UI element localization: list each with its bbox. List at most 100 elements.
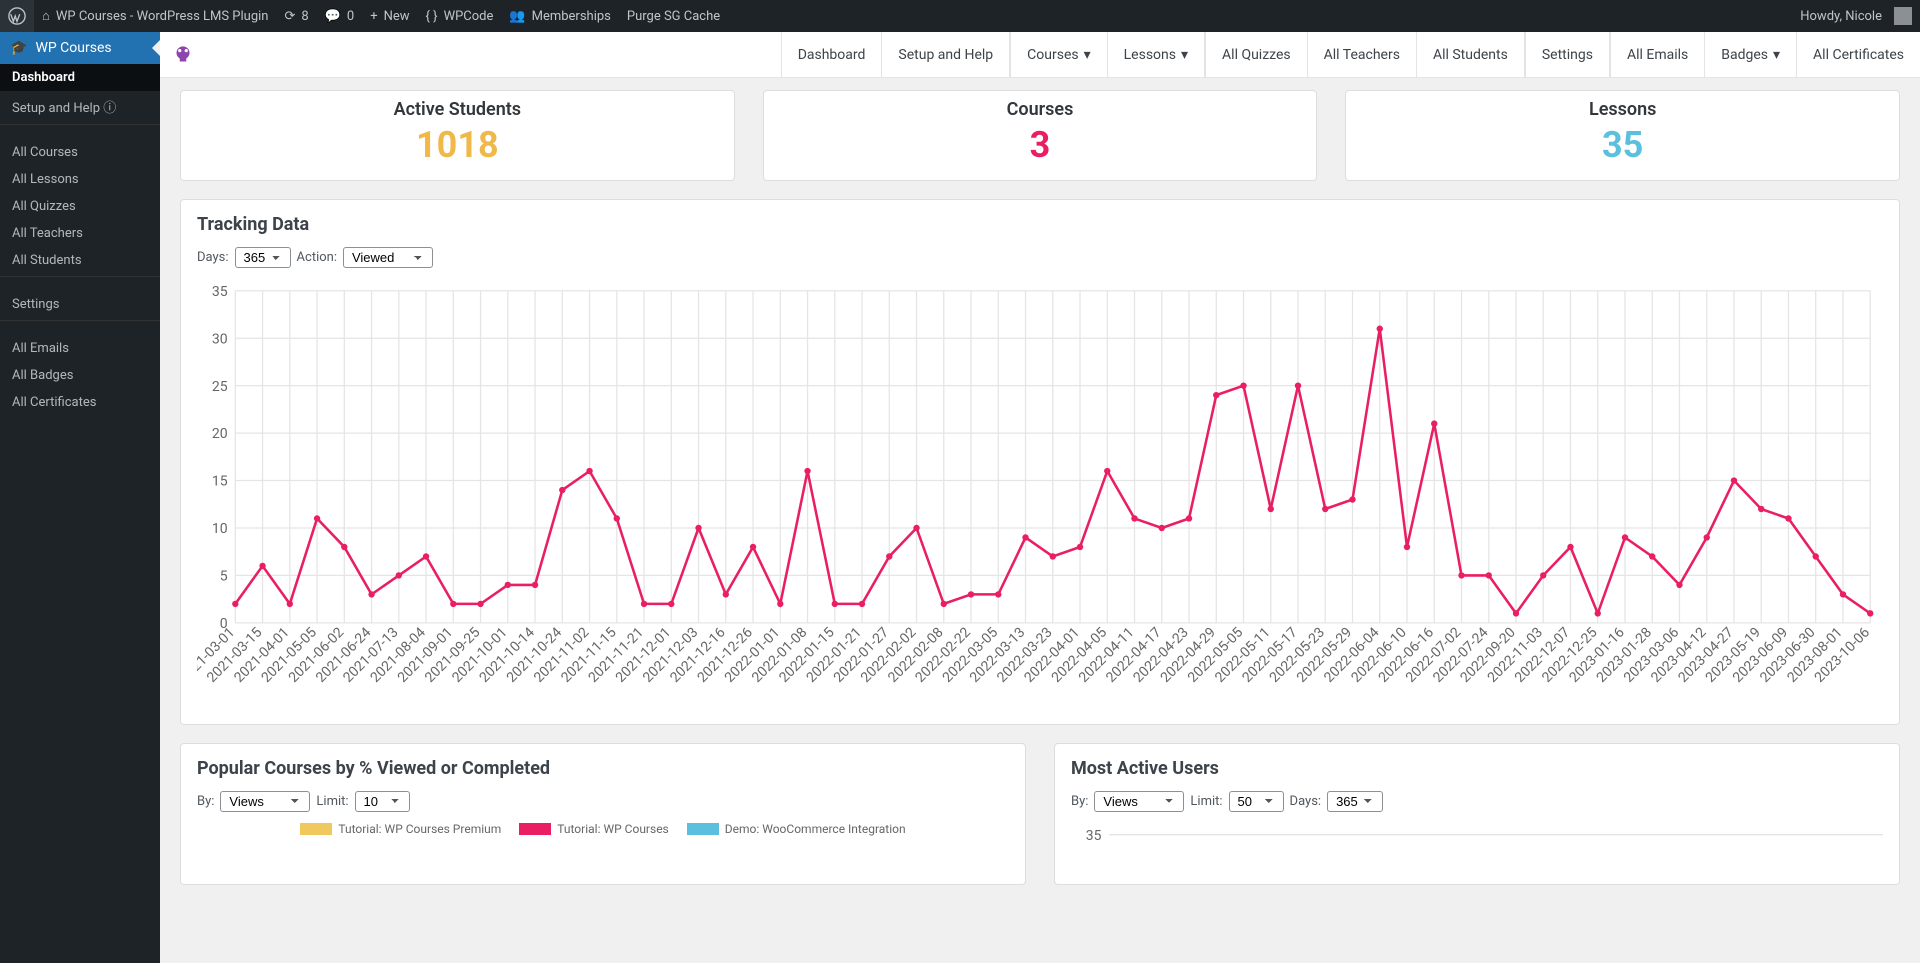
nav-quizzes[interactable]: All Quizzes bbox=[1205, 32, 1307, 77]
dashboard-content: Active Students 1018 Courses 3 Lessons 3… bbox=[160, 78, 1920, 915]
nav-lessons[interactable]: Lessons▾ bbox=[1107, 32, 1205, 77]
purge-label: Purge SG Cache bbox=[627, 9, 720, 24]
svg-text:15: 15 bbox=[212, 474, 228, 490]
refresh-icon: ⟳ bbox=[284, 9, 295, 24]
nav-students[interactable]: All Students bbox=[1416, 32, 1525, 77]
sidebar-top-wp-courses[interactable]: 🎓 WP Courses bbox=[0, 32, 160, 64]
info-icon: ⓘ bbox=[103, 101, 116, 116]
purge-link[interactable]: Purge SG Cache bbox=[619, 0, 728, 32]
card-title: Active Students bbox=[181, 99, 734, 120]
caret-down-icon: ▾ bbox=[1181, 47, 1188, 63]
nav-setup[interactable]: Setup and Help bbox=[881, 32, 1010, 77]
plugin-logo[interactable] bbox=[160, 32, 206, 77]
legend-label: Tutorial: WP Courses bbox=[557, 822, 668, 836]
by-label: By: bbox=[1071, 794, 1088, 809]
nav-settings[interactable]: Settings bbox=[1525, 32, 1610, 77]
sidebar-sep bbox=[0, 276, 160, 289]
bottom-row: Popular Courses by % Viewed or Completed… bbox=[180, 743, 1900, 903]
days-label: Days: bbox=[197, 250, 229, 265]
days-label: Days: bbox=[1290, 794, 1322, 809]
nav-dashboard[interactable]: Dashboard bbox=[781, 32, 882, 77]
svg-text:35: 35 bbox=[212, 284, 228, 300]
limit-select[interactable]: 50 bbox=[1229, 791, 1284, 812]
panel-title: Most Active Users bbox=[1071, 758, 1883, 779]
sidebar-item-dashboard[interactable]: Dashboard bbox=[0, 64, 160, 91]
legend-label: Demo: WooCommerce Integration bbox=[725, 822, 906, 836]
caret-down-icon: ▾ bbox=[1084, 47, 1091, 63]
popular-controls: By: Views Limit: 10 bbox=[197, 791, 1009, 812]
svg-text:25: 25 bbox=[212, 379, 228, 395]
card-value: 3 bbox=[764, 124, 1317, 166]
wpcode-label: WPCode bbox=[444, 9, 494, 24]
by-select[interactable]: Views bbox=[220, 791, 310, 812]
nav-emails[interactable]: All Emails bbox=[1610, 32, 1704, 77]
comment-icon: 💬 bbox=[325, 9, 341, 24]
swatch-yellow bbox=[300, 823, 332, 835]
wp-logo[interactable] bbox=[0, 0, 34, 32]
account-link[interactable]: Howdy, Nicole bbox=[1792, 0, 1920, 32]
nav-label: Badges bbox=[1721, 47, 1768, 63]
active-users-chart: 05101520253035 bbox=[1071, 822, 1883, 860]
graduation-icon: 🎓 bbox=[10, 40, 27, 56]
sidebar-item-quizzes[interactable]: All Quizzes bbox=[0, 193, 160, 220]
popular-panel: Popular Courses by % Viewed or Completed… bbox=[180, 743, 1026, 885]
updates-count: 8 bbox=[301, 9, 308, 24]
sidebar-item-label: Setup and Help bbox=[12, 101, 100, 116]
admin-bar: ⌂WP Courses - WordPress LMS Plugin ⟳8 💬0… bbox=[0, 0, 1920, 32]
swatch-cyan bbox=[687, 823, 719, 835]
admin-sidebar: 🎓 WP Courses Dashboard Setup and Help ⓘ … bbox=[0, 32, 160, 963]
card-value: 35 bbox=[1346, 124, 1899, 166]
home-icon: ⌂ bbox=[42, 8, 50, 24]
sidebar-item-badges[interactable]: All Badges bbox=[0, 362, 160, 389]
sidebar-menu: Dashboard Setup and Help ⓘ All Courses A… bbox=[0, 64, 160, 416]
sidebar-sep bbox=[0, 124, 160, 137]
updates-link[interactable]: ⟳8 bbox=[276, 0, 316, 32]
swatch-pink bbox=[519, 823, 551, 835]
card-title: Lessons bbox=[1346, 99, 1899, 120]
legend-label: Tutorial: WP Courses Premium bbox=[338, 822, 501, 836]
days-select[interactable]: 365 bbox=[1327, 791, 1383, 812]
by-label: By: bbox=[197, 794, 214, 809]
sidebar-sep bbox=[0, 320, 160, 333]
code-icon: { } bbox=[426, 9, 438, 24]
group-icon: 👥 bbox=[509, 9, 525, 24]
sidebar-item-setup[interactable]: Setup and Help ⓘ bbox=[0, 91, 160, 122]
nav-badges[interactable]: Badges ▾ bbox=[1704, 32, 1796, 77]
plus-icon: + bbox=[370, 9, 377, 24]
comments-count: 0 bbox=[347, 9, 354, 24]
tracking-chart: 051015202530352021-03-012021-03-152021-0… bbox=[197, 278, 1883, 704]
panel-title: Popular Courses by % Viewed or Completed bbox=[197, 758, 1009, 779]
avatar bbox=[1894, 7, 1912, 25]
popular-legend: Tutorial: WP Courses Premium Tutorial: W… bbox=[197, 822, 1009, 836]
sidebar-item-settings[interactable]: Settings bbox=[0, 291, 160, 318]
sidebar-item-emails[interactable]: All Emails bbox=[0, 335, 160, 362]
comments-link[interactable]: 💬0 bbox=[317, 0, 363, 32]
legend-item: Tutorial: WP Courses Premium bbox=[300, 822, 501, 836]
nav-courses[interactable]: Courses▾ bbox=[1010, 32, 1106, 77]
card-active-students: Active Students 1018 bbox=[180, 90, 735, 181]
svg-text:35: 35 bbox=[1086, 827, 1102, 843]
sidebar-item-students[interactable]: All Students bbox=[0, 247, 160, 274]
sidebar-item-teachers[interactable]: All Teachers bbox=[0, 220, 160, 247]
limit-label: Limit: bbox=[1190, 794, 1222, 809]
days-select[interactable]: 365 bbox=[235, 247, 291, 268]
site-link[interactable]: ⌂WP Courses - WordPress LMS Plugin bbox=[34, 0, 276, 32]
sidebar-item-certificates[interactable]: All Certificates bbox=[0, 389, 160, 416]
svg-text:10: 10 bbox=[212, 521, 228, 537]
action-select[interactable]: Viewed bbox=[343, 247, 433, 268]
legend-item: Tutorial: WP Courses bbox=[519, 822, 668, 836]
card-title: Courses bbox=[764, 99, 1317, 120]
caret-down-icon: ▾ bbox=[1773, 47, 1780, 63]
new-link[interactable]: +New bbox=[362, 0, 417, 32]
sidebar-item-courses[interactable]: All Courses bbox=[0, 139, 160, 166]
by-select[interactable]: Views bbox=[1094, 791, 1184, 812]
sidebar-item-lessons[interactable]: All Lessons bbox=[0, 166, 160, 193]
svg-text:30: 30 bbox=[212, 331, 228, 347]
nav-certificates[interactable]: All Certificates bbox=[1796, 32, 1920, 77]
limit-select[interactable]: 10 bbox=[355, 791, 410, 812]
wpcode-link[interactable]: { } WPCode bbox=[418, 0, 502, 32]
memberships-link[interactable]: 👥Memberships bbox=[501, 0, 618, 32]
nav-teachers[interactable]: All Teachers bbox=[1307, 32, 1416, 77]
limit-label: Limit: bbox=[316, 794, 348, 809]
svg-text:5: 5 bbox=[220, 569, 228, 585]
